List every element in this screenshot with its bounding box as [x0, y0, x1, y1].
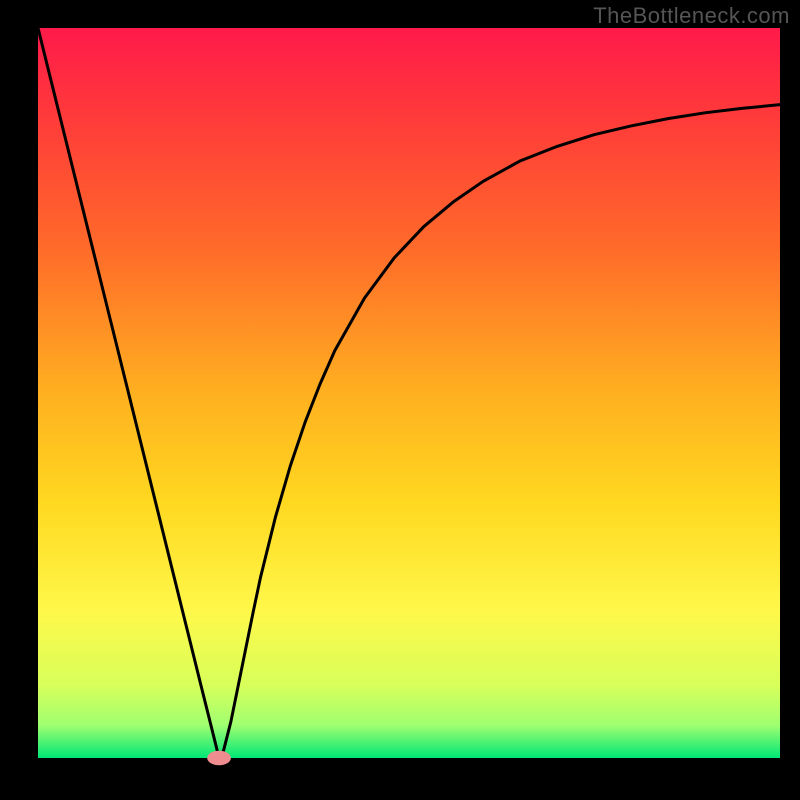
watermark-text: TheBottleneck.com: [593, 3, 790, 29]
chart-svg: [0, 0, 800, 800]
chart-frame: TheBottleneck.com: [0, 0, 800, 800]
optimal-marker: [207, 751, 231, 766]
plot-background: [38, 28, 780, 758]
